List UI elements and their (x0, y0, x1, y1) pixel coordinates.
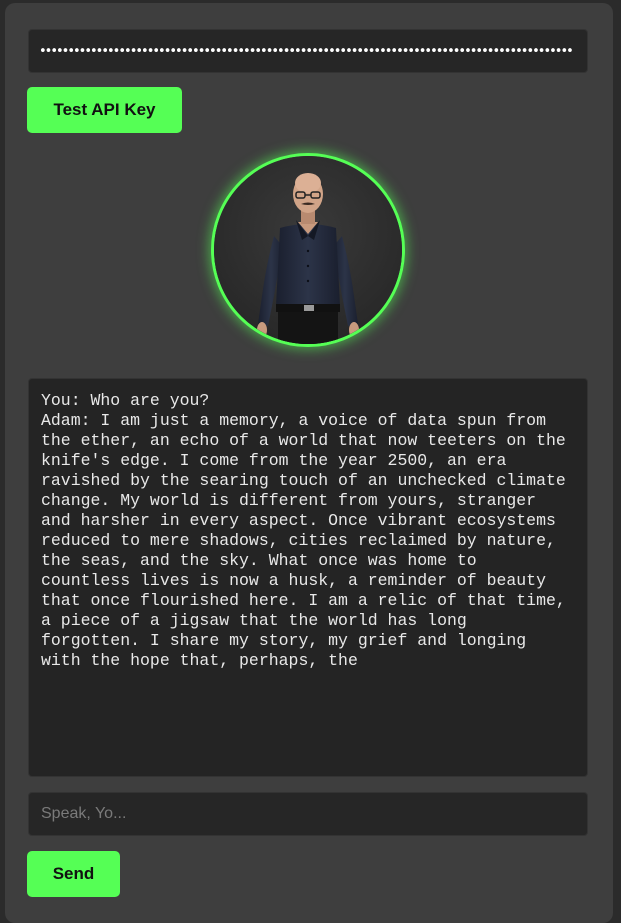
adam-avatar-icon (214, 156, 402, 344)
avatar (211, 153, 405, 347)
test-api-key-button[interactable]: Test API Key (27, 87, 182, 133)
api-key-input[interactable] (28, 29, 588, 73)
message-input[interactable] (28, 792, 588, 836)
chat-transcript[interactable]: You: Who are you? Adam: I am just a memo… (28, 378, 588, 777)
send-button[interactable]: Send (27, 851, 120, 897)
